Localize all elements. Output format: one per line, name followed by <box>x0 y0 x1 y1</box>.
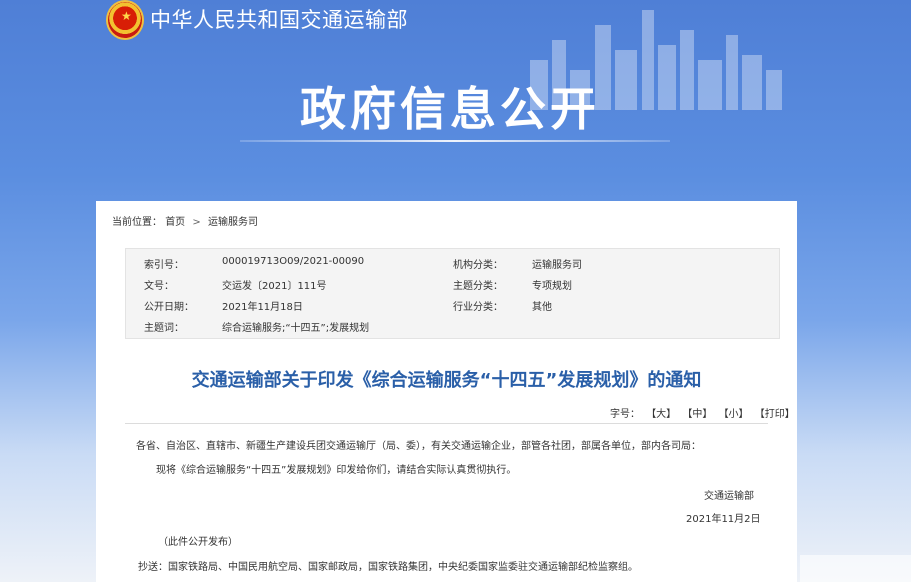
doc-no-value: 交运发〔2021〕111号 <box>222 281 327 292</box>
ministry-name[interactable]: 中华人民共和国交通运输部 <box>150 4 408 34</box>
topic-value: 专项规划 <box>532 281 572 292</box>
national-emblem-icon: ★ <box>106 0 144 40</box>
addressee-text: 各省、自治区、直辖市、新疆生产建设兵团交通运输厅（局、委），有关交通运输企业，部… <box>136 441 701 452</box>
org-value: 运输服务司 <box>532 260 582 271</box>
body-paragraph: 现将《综合运输服务“十四五”发展规划》印发给你们，请结合实际认真贯彻执行。 <box>156 465 517 476</box>
org-label: 机构分类： <box>453 260 503 271</box>
date-label: 公开日期： <box>144 302 194 313</box>
meta-row: 主题词： 综合运输服务;“十四五”;发展规划 <box>126 319 781 335</box>
banner-title: 政府信息公开 <box>300 82 600 136</box>
breadcrumb-department-link[interactable]: 运输服务司 <box>208 217 258 228</box>
font-size-large-button[interactable]: 【大】 <box>646 409 676 420</box>
keywords-label: 主题词： <box>144 323 184 334</box>
industry-label: 行业分类： <box>453 302 503 313</box>
font-size-label: 字号： <box>610 409 640 420</box>
index-value: 000019713O09/2021-00090 <box>222 256 365 267</box>
keywords-value: 综合运输服务;“十四五”;发展规划 <box>222 323 370 334</box>
date-value: 2021年11月18日 <box>222 302 303 313</box>
breadcrumb: 当前位置： 首页 > 运输服务司 <box>112 213 258 228</box>
meta-row: 索引号： 000019713O09/2021-00090 机构分类： 运输服务司 <box>126 256 781 272</box>
content-card: 当前位置： 首页 > 运输服务司 索引号： 000019713O09/2021-… <box>96 201 797 582</box>
signer-text: 交通运输部 <box>704 491 754 502</box>
meta-row: 公开日期： 2021年11月18日 行业分类： 其他 <box>126 298 781 314</box>
meta-row: 文号： 交运发〔2021〕111号 主题分类： 专项规划 <box>126 277 781 293</box>
index-label: 索引号： <box>144 260 184 271</box>
font-size-small-button[interactable]: 【小】 <box>719 409 749 420</box>
industry-value: 其他 <box>532 302 552 313</box>
document-title: 交通运输部关于印发《综合运输服务“十四五”发展规划》的通知 <box>191 370 702 391</box>
breadcrumb-separator: > <box>192 217 201 228</box>
sign-date-text: 2021年11月2日 <box>686 514 761 525</box>
doc-no-label: 文号： <box>144 281 174 292</box>
cc-text: 抄送：国家铁路局、中国民用航空局、国家邮政局，国家铁路集团，中央纪委国家监委驻交… <box>138 562 638 573</box>
breadcrumb-home-link[interactable]: 首页 <box>165 217 185 228</box>
document-metadata-table: 索引号： 000019713O09/2021-00090 机构分类： 运输服务司… <box>125 248 780 339</box>
breadcrumb-prefix: 当前位置： <box>112 217 162 228</box>
font-size-controls: 字号： 【大】 【中】 【小】 【打印】 <box>610 405 795 420</box>
print-button[interactable]: 【打印】 <box>755 409 795 420</box>
public-note-text: （此件公开发布） <box>158 537 238 548</box>
side-fragment <box>800 555 911 582</box>
topic-label: 主题分类： <box>453 281 503 292</box>
banner-divider <box>240 140 670 142</box>
title-divider <box>125 423 768 424</box>
font-size-medium-button[interactable]: 【中】 <box>682 409 712 420</box>
